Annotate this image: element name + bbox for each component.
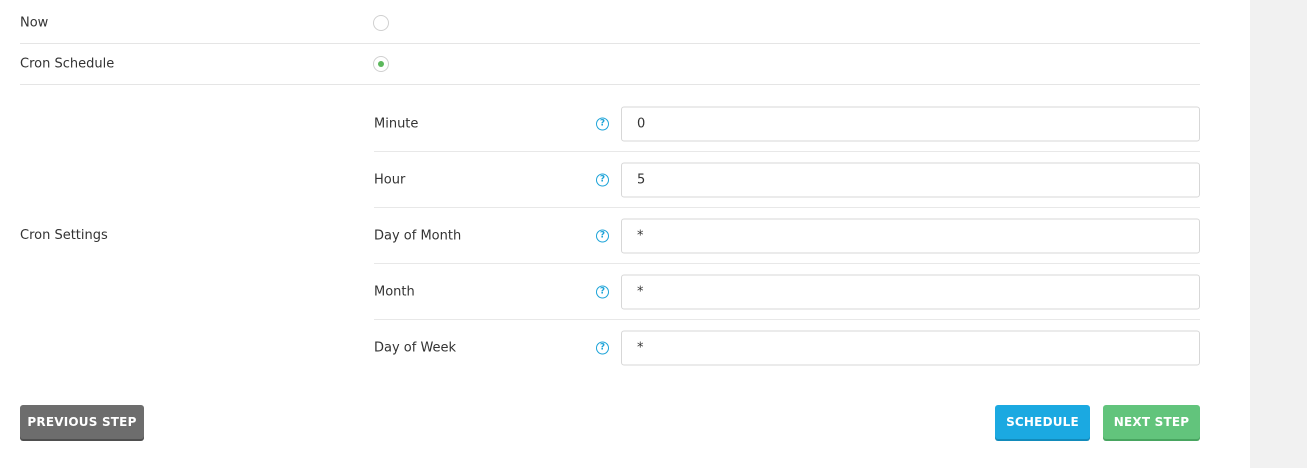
- hour-label: Hour: [374, 172, 406, 187]
- question-circle-icon[interactable]: ?: [596, 229, 609, 242]
- cron-schedule-label: Cron Schedule: [20, 56, 115, 72]
- question-circle-icon[interactable]: ?: [596, 285, 609, 298]
- cron-row-minute: Minute ?: [374, 96, 1200, 152]
- previous-step-button[interactable]: PREVIOUS STEP: [20, 405, 144, 439]
- cron-settings-label: Cron Settings: [20, 228, 108, 243]
- cron-row-month: Month ?: [374, 264, 1200, 320]
- minute-input[interactable]: [621, 106, 1200, 141]
- cron-row-day-of-week: Day of Week ?: [374, 320, 1200, 376]
- day-of-month-input[interactable]: [621, 218, 1200, 253]
- month-input[interactable]: [621, 274, 1200, 309]
- cron-row-day-of-month: Day of Month ?: [374, 208, 1200, 264]
- hour-input[interactable]: [621, 162, 1200, 197]
- schedule-button[interactable]: SCHEDULE: [995, 405, 1090, 439]
- option-row-now: Now: [20, 3, 1200, 44]
- next-step-button[interactable]: NEXT STEP: [1103, 405, 1200, 439]
- day-of-month-label: Day of Month: [374, 228, 462, 243]
- question-circle-icon[interactable]: ?: [596, 117, 609, 130]
- cron-row-hour: Hour ?: [374, 152, 1200, 208]
- now-radio[interactable]: [373, 15, 389, 31]
- cron-schedule-radio[interactable]: [373, 56, 389, 72]
- right-side-panel: [1250, 0, 1307, 468]
- question-circle-icon[interactable]: ?: [596, 173, 609, 186]
- question-circle-icon[interactable]: ?: [596, 341, 609, 355]
- schedule-form: Now Cron Schedule Cron Settings Minute ?…: [0, 0, 1250, 468]
- day-of-week-input[interactable]: [621, 330, 1200, 366]
- option-row-cron-schedule: Cron Schedule: [20, 44, 1200, 85]
- month-label: Month: [374, 284, 415, 299]
- day-of-week-label: Day of Week: [374, 340, 457, 356]
- now-label: Now: [20, 15, 49, 31]
- minute-label: Minute: [374, 116, 419, 131]
